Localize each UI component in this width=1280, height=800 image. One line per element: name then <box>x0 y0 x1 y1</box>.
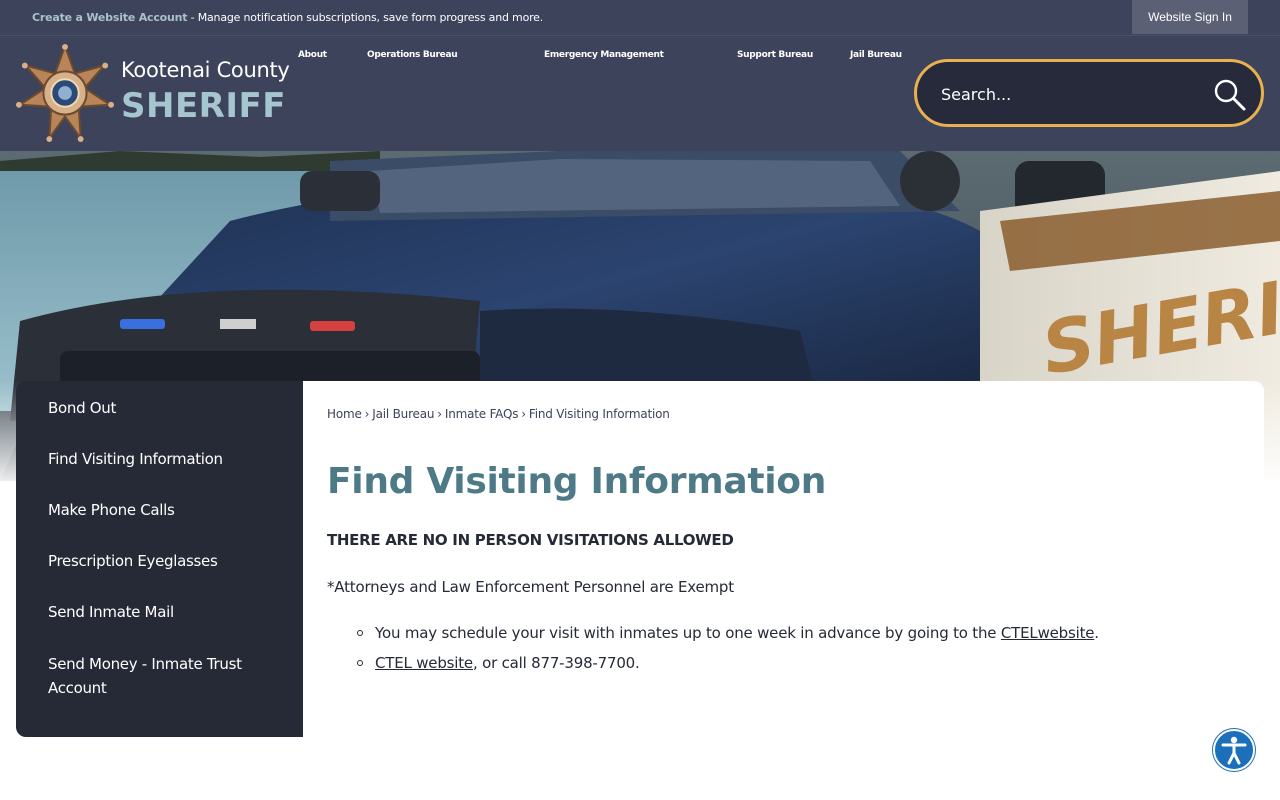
sidebar-nav: Bond Out Find Visiting Information Make … <box>16 381 303 737</box>
bullet-marker <box>357 660 363 666</box>
breadcrumb-current[interactable]: Find Visiting Information <box>529 407 670 421</box>
ctel-website-link-2[interactable]: CTEL website <box>375 654 473 672</box>
create-account-link[interactable]: Create a Website Account <box>32 11 188 24</box>
nav-operations-bureau[interactable]: Operations Bureau <box>367 50 458 60</box>
utility-bar: Create a Website Account - Manage notifi… <box>0 0 1280 36</box>
sidebar-item-prescription-eyeglasses[interactable]: Prescription Eyeglasses <box>48 549 278 573</box>
breadcrumb-jail-bureau[interactable]: Jail Bureau <box>372 407 434 421</box>
ctel-website-link[interactable]: CTELwebsite <box>1001 624 1095 642</box>
search-input[interactable] <box>941 80 1191 108</box>
nav-jail-bureau[interactable]: Jail Bureau <box>850 50 902 60</box>
sidebar-item-send-money[interactable]: Send Money - Inmate Trust Account <box>48 652 278 700</box>
call-text: , or call 877-398-7700. <box>472 654 640 672</box>
bullet-marker <box>357 630 363 636</box>
nav-support-bureau[interactable]: Support Bureau <box>737 50 813 60</box>
accessibility-icon <box>1221 736 1247 765</box>
breadcrumb-separator: › <box>364 407 370 421</box>
schedule-text: You may schedule your visit with inmates… <box>375 624 1001 642</box>
nav-emergency-management[interactable]: Emergency Management <box>544 50 664 60</box>
sheriff-badge-logo[interactable] <box>16 44 114 142</box>
page-title: Find Visiting Information <box>327 461 827 502</box>
nav-about[interactable]: About <box>298 50 327 60</box>
sidebar-item-bond-out[interactable]: Bond Out <box>48 396 278 420</box>
accessibility-button[interactable] <box>1213 729 1255 771</box>
brand-sheriff-title[interactable]: SHERIFF <box>121 86 286 126</box>
website-sign-in-button[interactable]: Website Sign In <box>1132 0 1248 34</box>
breadcrumb: Home › Jail Bureau › Inmate FAQs › Find Visiti… <box>327 407 670 421</box>
schedule-text-end: . <box>1094 624 1099 642</box>
main-content: Home › Jail Bureau › Inmate FAQs › Find Visiti… <box>303 381 1264 737</box>
exempt-note: *Attorneys and Law Enforcement Personnel… <box>327 578 734 596</box>
visitation-notice: THERE ARE NO IN PERSON VISITATIONS ALLOW… <box>327 531 734 549</box>
breadcrumb-separator: › <box>521 407 526 421</box>
sidebar-item-send-inmate-mail[interactable]: Send Inmate Mail <box>48 600 278 624</box>
search-icon[interactable] <box>1212 77 1248 113</box>
search-box <box>914 59 1264 127</box>
account-message-text: - Manage notification subscriptions, sav… <box>187 11 544 24</box>
sidebar-item-make-phone-calls[interactable]: Make Phone Calls <box>48 498 278 522</box>
breadcrumb-home[interactable]: Home <box>327 407 362 421</box>
account-message: Create a Website Account - Manage notifi… <box>32 11 543 24</box>
site-header: Kootenai County SHERIFF About Operations… <box>0 36 1280 151</box>
brand-county-name[interactable]: Kootenai County <box>121 58 290 82</box>
breadcrumb-inmate-faqs[interactable]: Inmate FAQs <box>445 407 519 421</box>
breadcrumb-separator: › <box>437 407 442 421</box>
sidebar-item-find-visiting-information[interactable]: Find Visiting Information <box>48 447 278 471</box>
